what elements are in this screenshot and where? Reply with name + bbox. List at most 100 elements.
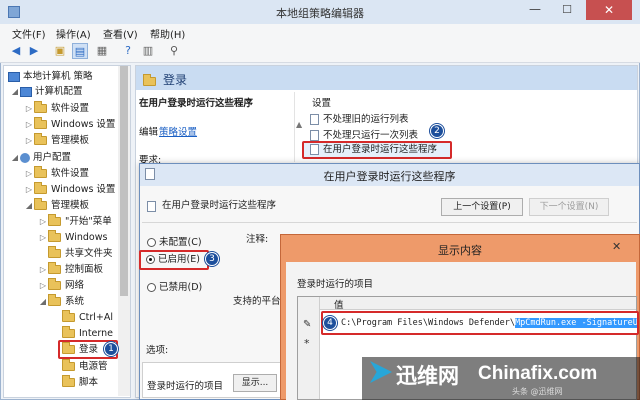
- menu-file[interactable]: 文件(F): [12, 26, 46, 41]
- policy-icon: [147, 201, 156, 212]
- tree-internet[interactable]: Interne: [62, 326, 120, 341]
- tree-root[interactable]: 本地计算机 策略: [8, 69, 93, 84]
- menu-bar: 文件(F) 操作(A) 查看(V) 帮助(H): [0, 24, 640, 41]
- show-tree-icon[interactable]: ▤: [72, 43, 88, 59]
- folder-icon: [48, 278, 61, 290]
- values-grid-header: [298, 297, 636, 310]
- settings-divider: [294, 92, 295, 162]
- radio-icon[interactable]: [147, 238, 156, 247]
- tree-power[interactable]: 电源管: [62, 359, 120, 374]
- tree-scroll-thumb[interactable]: [120, 66, 128, 296]
- setting-row[interactable]: 不处理旧的运行列表: [310, 111, 409, 125]
- folder-up-icon[interactable]: ▣: [52, 43, 68, 59]
- comment-label: 注释:: [246, 234, 269, 245]
- expand-arrow-icon[interactable]: ◢: [10, 150, 20, 165]
- badge-4: 4: [323, 316, 337, 330]
- policy-icon: [310, 114, 319, 125]
- tree-c-windows[interactable]: ▷ Windows 设置: [24, 117, 119, 132]
- close-icon[interactable]: ✕: [586, 0, 632, 20]
- settings-header: 设置: [312, 98, 332, 109]
- forward-arrow-icon[interactable]: ▶: [26, 43, 42, 59]
- export-list-icon[interactable]: ▦: [94, 43, 110, 59]
- menu-action[interactable]: 操作(A): [56, 26, 91, 41]
- watermark-site-en: Chinafix.com: [478, 363, 598, 384]
- collapse-arrow-icon[interactable]: ▷: [38, 262, 48, 277]
- value-column-header[interactable]: 值: [334, 297, 344, 311]
- tree-user-config[interactable]: ◢ 用户配置: [10, 150, 71, 165]
- folder-icon: [62, 359, 75, 371]
- folder-icon: [62, 375, 75, 387]
- setting-row[interactable]: 不处理只运行一次列表: [310, 127, 418, 141]
- badge-1: 1: [104, 342, 118, 356]
- tree-computer-config[interactable]: ◢ 计算机配置: [10, 84, 83, 99]
- properties-icon[interactable]: ▥: [140, 43, 156, 59]
- prev-setting-button[interactable]: 上一个设置(P): [441, 198, 523, 216]
- show-dialog-title: 显示内容: [438, 244, 482, 257]
- folder-icon: [48, 214, 61, 226]
- setting-row-selected[interactable]: 在用户登录时运行这些程序: [302, 141, 452, 159]
- options-label: 选项:: [146, 345, 169, 356]
- collapse-arrow-icon[interactable]: ▷: [24, 117, 34, 132]
- policy-dialog-name: 在用户登录时运行这些程序: [162, 200, 277, 211]
- detail-header: [136, 66, 637, 90]
- option-enabled[interactable]: 已启用(E): [139, 250, 209, 270]
- badge-2: 2: [430, 124, 444, 138]
- tree-windows-comp[interactable]: ▷ Windows: [38, 230, 120, 245]
- logon-items-label: 登录时运行的项目: [147, 381, 224, 392]
- folder-icon: [34, 101, 47, 113]
- scroll-up-icon[interactable]: ▲: [296, 120, 302, 129]
- policy-dialog-divider: [142, 222, 637, 223]
- collapse-arrow-icon[interactable]: ▷: [24, 182, 34, 197]
- maximize-icon[interactable]: ☐: [552, 0, 582, 20]
- tree-u-software[interactable]: ▷ 软件设置: [24, 166, 89, 181]
- tree-c-admin[interactable]: ▷ 管理模板: [24, 133, 89, 148]
- next-setting-button[interactable]: 下一个设置(N): [529, 198, 609, 216]
- tree-ctrl-alt-del[interactable]: Ctrl+Al: [62, 310, 120, 325]
- help-icon[interactable]: ?: [120, 43, 136, 59]
- option-disabled[interactable]: 已禁用(D): [147, 279, 202, 293]
- folder-icon: [62, 310, 75, 322]
- minimize-icon[interactable]: —: [520, 0, 550, 20]
- value-cell-edit[interactable]: C:\Program Files\Windows Defender\MpCmdR…: [321, 311, 639, 335]
- collapse-arrow-icon[interactable]: ▷: [38, 214, 48, 229]
- folder-icon: [48, 230, 61, 242]
- filter-icon[interactable]: ⚲: [166, 43, 182, 59]
- option-not-configured[interactable]: 未配置(C): [147, 234, 202, 248]
- menu-view[interactable]: 查看(V): [103, 26, 138, 41]
- user-icon: [20, 152, 30, 163]
- tree-shared-folders[interactable]: 共享文件夹: [38, 246, 120, 261]
- collapse-arrow-icon[interactable]: ▷: [24, 101, 34, 116]
- tree-control-panel[interactable]: ▷ 控制面板: [38, 262, 120, 277]
- edit-policy-link[interactable]: 策略设置: [159, 124, 197, 138]
- folder-icon: [34, 133, 47, 145]
- computer-icon: [20, 86, 32, 97]
- tree-start-menu[interactable]: ▷ "开始"菜单: [38, 214, 120, 229]
- expand-arrow-icon[interactable]: ◢: [24, 198, 34, 213]
- collapse-arrow-icon[interactable]: ▷: [38, 230, 48, 245]
- folder-icon: [34, 117, 47, 129]
- back-arrow-icon[interactable]: ◀: [8, 43, 24, 59]
- radio-icon[interactable]: [147, 283, 156, 292]
- collapse-arrow-icon[interactable]: ▷: [38, 278, 48, 293]
- collapse-arrow-icon[interactable]: ▷: [24, 166, 34, 181]
- tree-u-admin[interactable]: ◢ 管理模板: [24, 198, 89, 213]
- expand-arrow-icon[interactable]: ◢: [10, 84, 20, 99]
- folder-icon: [62, 326, 75, 338]
- menu-help[interactable]: 帮助(H): [150, 26, 185, 41]
- show-button[interactable]: 显示...: [233, 374, 277, 392]
- value-selected-text: MpCmdRun.exe -SignatureUpdate: [515, 318, 637, 328]
- tree-c-software[interactable]: ▷ 软件设置: [24, 101, 89, 116]
- tree-u-windows[interactable]: ▷ Windows 设置: [24, 182, 119, 197]
- pencil-icon: ✎: [303, 319, 312, 330]
- folder-icon: [34, 198, 47, 210]
- expand-arrow-icon[interactable]: ◢: [38, 294, 48, 309]
- show-dialog-close-icon[interactable]: ✕: [612, 240, 621, 253]
- folder-icon: [48, 262, 61, 274]
- radio-checked-icon[interactable]: [146, 255, 155, 264]
- tree-scripts[interactable]: 脚本: [62, 375, 120, 390]
- collapse-arrow-icon[interactable]: ▷: [24, 133, 34, 148]
- policy-icon: [310, 130, 319, 141]
- tree-network[interactable]: ▷ 网络: [38, 278, 120, 293]
- tree-system[interactable]: ◢ 系统: [38, 294, 120, 309]
- new-row-marker: *: [304, 337, 310, 350]
